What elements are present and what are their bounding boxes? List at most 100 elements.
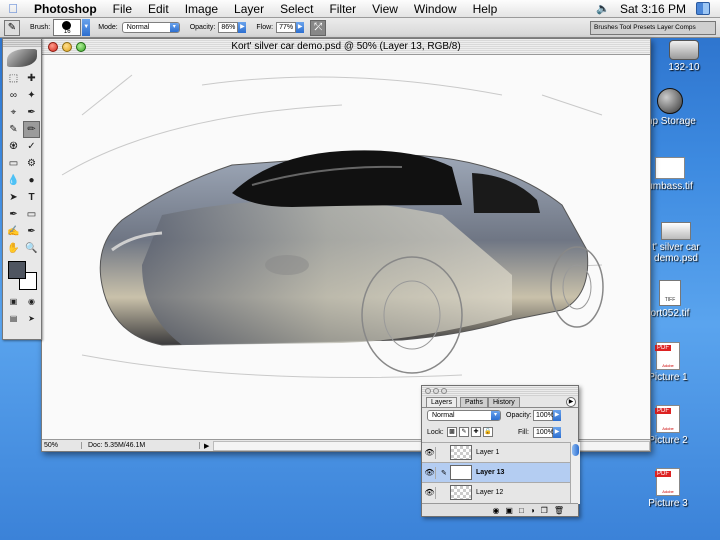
zoom-button[interactable] — [76, 42, 86, 52]
car-sketch — [61, 74, 604, 378]
airbrush-icon[interactable]: ⤱ — [310, 19, 327, 36]
minimize-button[interactable] — [62, 42, 72, 52]
flow-field[interactable]: 77% — [276, 22, 297, 33]
menu-app[interactable]: Photoshop — [26, 2, 105, 16]
tab-paths[interactable]: Paths — [460, 397, 488, 407]
menu-filter[interactable]: Filter — [321, 2, 364, 16]
layer-thumbnail — [450, 485, 472, 500]
menu-layer[interactable]: Layer — [226, 2, 272, 16]
palette-minimize-button[interactable] — [433, 388, 439, 394]
new-set-icon[interactable]: □ — [519, 506, 524, 515]
opacity-field[interactable]: 86% — [218, 22, 239, 33]
image-file-icon — [655, 157, 685, 179]
palette-close-button[interactable] — [425, 388, 431, 394]
tab-layers[interactable]: Layers — [426, 397, 458, 407]
lasso-tool-icon[interactable]: ∞ — [5, 87, 22, 104]
layers-scrollbar[interactable] — [570, 442, 580, 504]
menu-window[interactable]: Window — [406, 2, 465, 16]
zoom-level[interactable]: 50% — [42, 442, 82, 449]
palette-titlebar[interactable] — [422, 386, 578, 396]
type-tool-icon[interactable]: T — [23, 189, 40, 206]
lock-transparency-icon[interactable]: ▩ — [447, 427, 457, 437]
visibility-eye-icon[interactable]: 👁 — [424, 486, 436, 499]
lock-pixels-icon[interactable]: ✎ — [459, 427, 469, 437]
bucket-tool-icon[interactable]: ⚙ — [23, 155, 40, 172]
menu-help[interactable]: Help — [465, 2, 506, 16]
layer-style-icon[interactable]: ◉ — [492, 506, 499, 515]
pen-tool-icon[interactable]: ✒ — [5, 206, 22, 223]
fill-arrow[interactable]: ▶ — [553, 427, 561, 438]
notes-tool-icon[interactable]: ✍ — [5, 223, 22, 240]
eyedropper-icon[interactable]: ✒ — [23, 223, 40, 240]
menu-select[interactable]: Select — [272, 2, 321, 16]
status-menu-arrow[interactable]: ▶ — [204, 442, 209, 450]
shape-tool-icon[interactable]: ▭ — [23, 206, 40, 223]
brush-tool-icon[interactable]: ✏ — [23, 121, 40, 138]
layer-mask-icon[interactable]: ▣ — [505, 506, 513, 515]
mode-select[interactable]: Normal ▾ — [121, 22, 180, 33]
quickmask-mode-icon[interactable]: ◉ — [23, 293, 40, 310]
scrollbar-thumb[interactable] — [572, 444, 579, 456]
apple-menu-icon[interactable]:  — [0, 1, 26, 16]
stamp-tool-icon[interactable]: ♼ — [5, 138, 22, 155]
volume-icon[interactable]: 🔈 — [596, 2, 610, 15]
adjustment-layer-icon[interactable]: ◑ — [530, 506, 535, 515]
layer-row[interactable]: 👁 ✎ Layer 13 — [422, 462, 570, 482]
finder-icon[interactable] — [696, 2, 710, 15]
blur-tool-icon[interactable]: 💧 — [5, 172, 22, 189]
layer-opacity-field[interactable]: 100% — [533, 410, 554, 421]
standard-mode-icon[interactable]: ▣ — [5, 293, 22, 310]
desktop-icon-label: Picture 3 — [648, 498, 688, 509]
hand-tool-icon[interactable]: ✋ — [5, 240, 22, 257]
fill-field[interactable]: 100% — [533, 427, 554, 438]
blend-mode-select[interactable]: Normal ▾ — [427, 410, 501, 421]
menu-image[interactable]: Image — [177, 2, 226, 16]
brush-dropdown-arrow[interactable]: ▼ — [82, 19, 91, 36]
palette-menu-icon[interactable]: ▶ — [566, 397, 576, 407]
visibility-eye-icon[interactable]: 👁 — [424, 466, 436, 479]
magic-wand-icon[interactable]: ✦ — [23, 87, 40, 104]
new-layer-icon[interactable]: ❐ — [541, 506, 548, 515]
slice-tool-icon[interactable]: ✒ — [23, 104, 40, 121]
adobe-feather-icon[interactable] — [7, 49, 37, 67]
layer-row[interactable]: 👁 Layer 1 — [422, 442, 570, 462]
layer-opacity-arrow[interactable]: ▶ — [553, 410, 561, 421]
brush-tool-preset-icon[interactable]: ✎ — [4, 19, 20, 36]
marquee-tool-icon[interactable]: ⬚ — [5, 70, 22, 87]
tab-history[interactable]: History — [488, 397, 520, 407]
document-title: Kort' silver car demo.psd @ 50% (Layer 1… — [231, 41, 461, 52]
menu-view[interactable]: View — [364, 2, 406, 16]
lock-all-icon[interactable]: 🔒 — [483, 427, 493, 437]
layer-row[interactable]: 👁 Layer 12 — [422, 482, 570, 502]
screen-mode-icon[interactable]: ▤ — [5, 310, 22, 327]
desktop-icon-disk[interactable]: 132-10 — [648, 40, 720, 73]
menu-file[interactable]: File — [105, 2, 140, 16]
layer-name: Layer 13 — [476, 469, 505, 476]
trash-icon[interactable]: 🗑 — [554, 506, 564, 515]
flow-arrow[interactable]: ▶ — [296, 22, 305, 33]
visibility-eye-icon[interactable]: 👁 — [424, 446, 436, 459]
desktop-icon-picture3[interactable]: PDF Adobe Picture 3 — [632, 468, 704, 509]
clock[interactable]: Sat 3:16 PM — [620, 2, 686, 16]
eraser-tool-icon[interactable]: ▭ — [5, 155, 22, 172]
close-button[interactable] — [48, 42, 58, 52]
dodge-tool-icon[interactable]: ● — [23, 172, 40, 189]
crop-tool-icon[interactable]: ⌖ — [5, 104, 22, 121]
desktop-icon-label: 132-10 — [668, 62, 700, 73]
zoom-tool-icon[interactable]: 🔍 — [23, 240, 40, 257]
history-brush-icon[interactable]: ✓ — [23, 138, 40, 155]
path-select-icon[interactable]: ➤ — [5, 189, 22, 206]
palette-well[interactable]: Brushes Tool Presets Layer Comps — [590, 20, 716, 35]
document-titlebar[interactable]: Kort' silver car demo.psd @ 50% (Layer 1… — [42, 39, 650, 55]
healing-brush-icon[interactable]: ✎ — [5, 121, 22, 138]
palette-zoom-button[interactable] — [441, 388, 447, 394]
opacity-arrow[interactable]: ▶ — [238, 22, 247, 33]
move-tool-icon[interactable]: ✚ — [23, 70, 40, 87]
chevron-down-icon: ▾ — [169, 23, 179, 32]
brush-picker[interactable]: 16 — [53, 19, 82, 36]
lock-position-icon[interactable]: ✚ — [471, 427, 481, 437]
imageready-icon[interactable]: ➤ — [23, 310, 40, 327]
menu-edit[interactable]: Edit — [140, 2, 177, 16]
toolbox-header[interactable] — [3, 39, 41, 47]
document-canvas[interactable] — [42, 55, 650, 439]
